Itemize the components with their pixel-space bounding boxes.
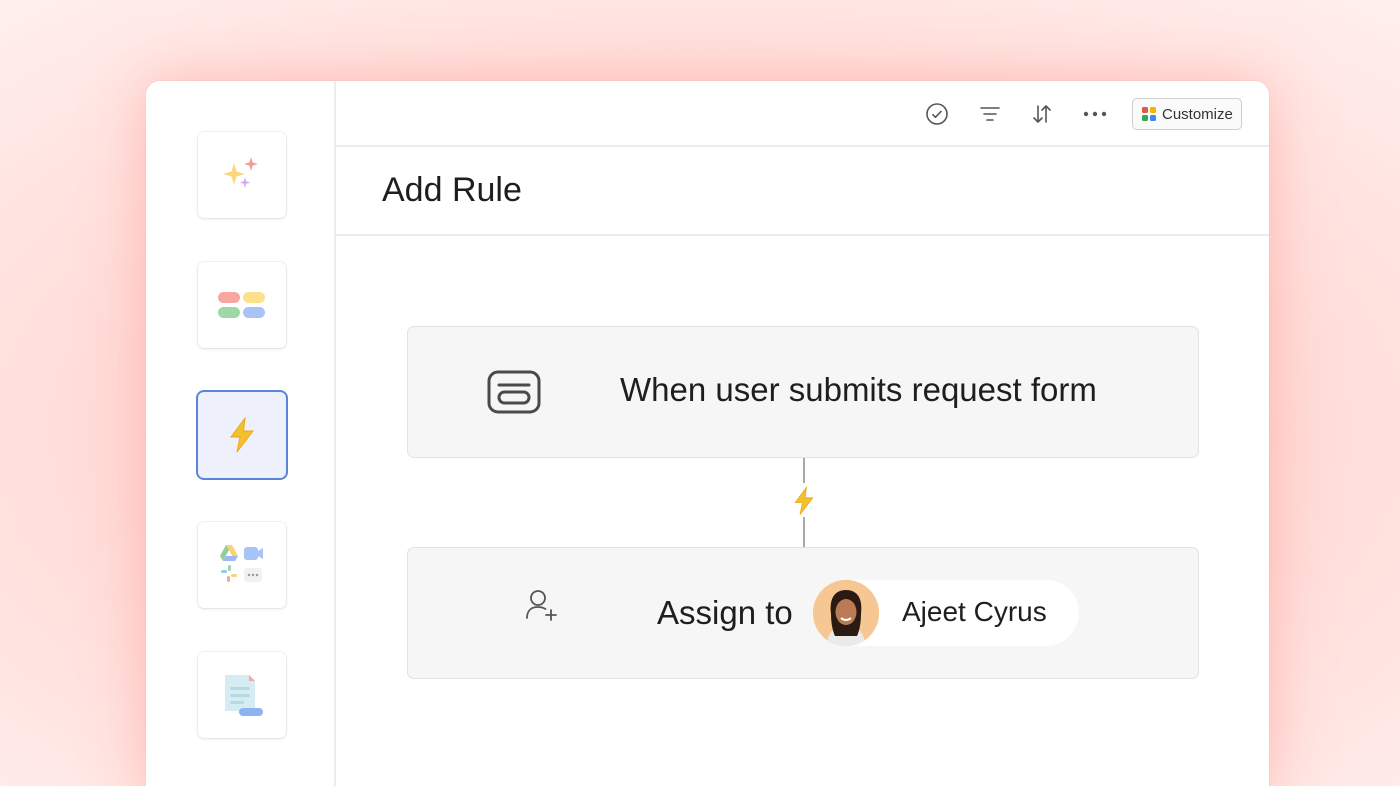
toolbar: Customize xyxy=(336,81,1269,147)
more-dots-icon[interactable] xyxy=(1082,101,1108,127)
connector-line-bottom xyxy=(803,517,805,548)
customize-label: Customize xyxy=(1162,105,1233,123)
lightning-bolt-icon xyxy=(230,417,255,453)
title-bar: Add Rule xyxy=(336,147,1269,236)
customize-grid-icon xyxy=(1142,107,1156,121)
action-card[interactable]: Assign to Ajeet Cyrus xyxy=(408,548,1198,678)
check-circle-icon[interactable] xyxy=(924,101,950,127)
assignee-chip[interactable]: Ajeet Cyrus xyxy=(813,580,1079,646)
form-document-icon xyxy=(225,675,263,716)
trigger-text: When user submits request form xyxy=(620,371,1097,408)
sparkles-icon xyxy=(223,157,258,188)
sidebar xyxy=(146,81,336,786)
sidebar-item-rules[interactable] xyxy=(198,392,286,478)
customize-button[interactable]: Customize xyxy=(1132,98,1242,130)
sidebar-item-views[interactable] xyxy=(198,262,286,348)
page-title: Add Rule xyxy=(382,171,522,209)
sort-arrows-icon[interactable] xyxy=(1029,101,1055,127)
sidebar-item-ai[interactable] xyxy=(198,132,286,218)
connector xyxy=(786,483,822,519)
lightning-bolt-icon xyxy=(794,486,814,515)
color-blocks-icon xyxy=(218,292,265,318)
integrations-icon xyxy=(220,545,263,582)
avatar xyxy=(813,580,879,646)
trigger-card[interactable]: When user submits request form xyxy=(408,327,1198,457)
filter-lines-icon[interactable] xyxy=(977,101,1003,127)
main-panel: Customize Add Rule When user submits req… xyxy=(336,81,1269,786)
action-text: Assign to xyxy=(657,594,793,631)
app-window: Customize Add Rule When user submits req… xyxy=(146,81,1269,786)
add-user-icon xyxy=(526,590,557,621)
connector-line-top xyxy=(803,458,805,485)
form-icon xyxy=(487,370,541,414)
sidebar-item-forms[interactable] xyxy=(198,652,286,738)
sidebar-item-apps[interactable] xyxy=(198,522,286,608)
assignee-name: Ajeet Cyrus xyxy=(902,596,1047,627)
